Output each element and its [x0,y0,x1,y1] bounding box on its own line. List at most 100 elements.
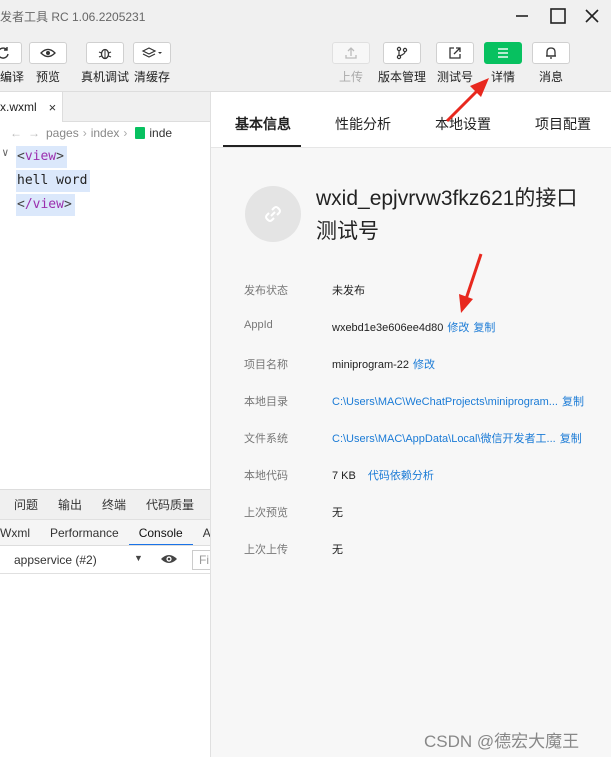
external-link-icon [449,47,461,59]
project-name-value: miniprogram-22 [332,359,410,371]
file-tab[interactable]: x.wxml × [0,92,64,122]
devtools-tab-performance[interactable]: Performance [40,520,129,545]
copy-local-dir-link[interactable]: 复制 [562,396,584,408]
code-text: hell word [17,173,88,188]
tab-output[interactable]: 输出 [58,496,82,513]
copy-appid-link[interactable]: 复制 [473,322,495,334]
code-line-3: </view> [16,194,75,216]
row-key: 文件系统 [244,433,288,445]
app-name: wxid_epjvrvw3fkz621的接口测试号 [316,187,578,243]
wxml-file-icon [135,127,146,139]
appid-value: wxebd1e3e606ee4d80 [332,322,444,334]
row-key: 上次预览 [244,507,288,519]
version-mgmt-button[interactable]: 版本管理 [378,42,426,85]
messages-button[interactable]: 消息 [532,42,570,85]
code-line-1: <view> [16,146,67,168]
test-account-label: 测试号 [436,70,473,84]
devtools-tab-more[interactable]: A [193,520,210,545]
active-tab-underline [223,145,301,147]
close-icon[interactable] [580,4,604,28]
preview-button[interactable]: 预览 [29,42,67,85]
row-key: 项目名称 [244,359,288,371]
preview-label: 预览 [35,70,60,84]
refresh-icon [0,47,9,59]
forward-arrow-icon[interactable]: → [28,126,40,140]
open-tag-name: view [24,149,57,164]
live-expression-eye-icon[interactable] [160,552,178,566]
clear-cache-label: 清缓存 [133,70,170,84]
file-system-link[interactable]: C:\Users\MAC\AppData\Local\微信开发者工... [332,433,556,445]
row-value: C:\Users\MAC\AppData\Local\微信开发者工... 复制 [332,430,582,446]
row-key: 发布状态 [244,285,288,297]
dependency-analysis-link[interactable]: 代码依赖分析 [368,470,434,482]
maximize-icon[interactable] [546,4,570,28]
remote-debug-label: 真机调试 [81,70,130,84]
devtools-tabs: Wxml Performance Console A [0,520,210,546]
bug-icon [98,48,112,60]
tab-project-config[interactable]: 项目配置 [535,114,591,134]
edit-appid-link[interactable]: 修改 [447,322,469,334]
edit-project-name-link[interactable]: 修改 [413,359,435,371]
row-value: 未发布 [332,285,365,297]
dropdown-caret-icon[interactable]: ▼ [134,553,143,563]
breadcrumb-separator-icon: › [82,126,87,140]
breadcrumb-separator-icon: › [123,126,128,140]
row-value: 无 [332,507,343,519]
link-icon [265,206,281,222]
row-key: 本地目录 [244,396,288,408]
breadcrumb-item-file[interactable]: inde [149,126,172,140]
menu-icon [498,48,508,58]
main-toolbar: 编译 预览 真机调试 清缓存 上传 版本管理 测试号 详情 消息 [0,32,611,92]
bottom-panel: 问题 输出 终端 代码质量 Wxml Performance Console A… [0,489,232,757]
minimize-icon[interactable] [510,4,534,28]
context-select[interactable]: appservice (#2) [14,553,97,567]
messages-label: 消息 [538,70,563,84]
devtools-tab-console[interactable]: Console [128,520,193,545]
row-value: C:\Users\MAC\WeChatProjects\miniprogram.… [332,393,584,409]
tab-basic-info[interactable]: 基本信息 [235,114,291,134]
file-tab-label: x.wxml [0,100,37,114]
tab-code-quality[interactable]: 代码质量 [146,496,194,513]
copy-file-system-link[interactable]: 复制 [560,433,582,445]
row-value: miniprogram-22 修改 [332,356,435,372]
upload-button[interactable]: 上传 [332,42,370,85]
code-editor[interactable]: ∨ <view> hell word </view> [0,144,210,489]
bell-icon [546,47,556,59]
row-key: 上次上传 [244,544,288,556]
bottom-panel-tabs: 问题 输出 终端 代码质量 [0,490,210,520]
details-button[interactable]: 详情 [484,42,522,85]
local-dir-link[interactable]: C:\Users\MAC\WeChatProjects\miniprogram.… [332,396,558,408]
version-mgmt-label: 版本管理 [378,70,427,84]
row-key: AppId [244,319,273,331]
upload-icon [345,47,357,59]
compile-button[interactable]: 编译 [0,42,24,85]
breadcrumb-item-index[interactable]: index [91,126,120,140]
close-tag-name: /view [24,197,64,212]
breadcrumb-item-pages[interactable]: pages [46,126,79,140]
upload-label: 上传 [338,70,363,84]
row-value: 7 KB 代码依赖分析 [332,467,434,483]
clear-cache-button[interactable]: 清缓存 [133,42,171,85]
tab-performance[interactable]: 性能分析 [335,114,391,134]
console-toolbar: appservice (#2) ▼ Fi [0,546,232,574]
remote-debug-button[interactable]: 真机调试 [81,42,129,85]
test-account-button[interactable]: 测试号 [436,42,474,85]
watermark: CSDN @德宏大魔王 [424,732,580,751]
tab-terminal[interactable]: 终端 [102,496,126,513]
compile-label: 编译 [0,70,25,84]
fold-chevron-icon[interactable]: ∨ [2,146,9,159]
eye-icon [40,48,56,58]
editor-tab-bar: x.wxml × [0,92,210,122]
close-tab-icon[interactable]: × [49,100,57,115]
tab-local-settings[interactable]: 本地设置 [435,114,491,134]
back-arrow-icon[interactable]: ← [10,126,22,140]
branch-icon [396,46,408,60]
app-avatar [245,186,301,242]
details-tabs: 基本信息 性能分析 本地设置 项目配置 [211,92,611,148]
devtools-tab-wxml[interactable]: Wxml [0,520,40,545]
details-panel: 基本信息 性能分析 本地设置 项目配置 wxid_epjvrvw3fkz621的… [210,92,611,757]
title-bar: 发者工具 RC 1.06.2205231 [0,0,611,32]
details-label: 详情 [490,70,515,84]
row-key: 本地代码 [244,470,288,482]
tab-problems[interactable]: 问题 [14,496,38,513]
